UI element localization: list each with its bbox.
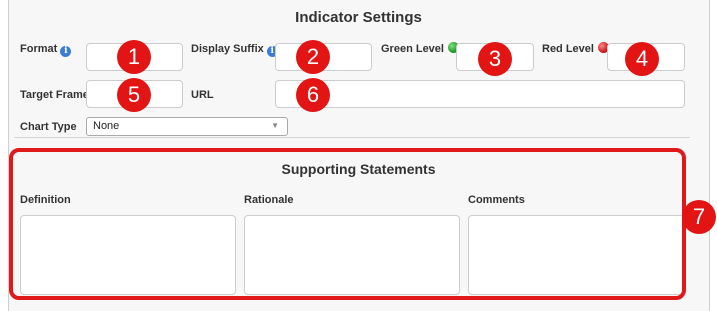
url-label: URL [191,89,214,101]
callout-badge-7: 7 [682,200,716,234]
supporting-statements-highlight [9,148,686,300]
display-suffix-label: Display Suffix i [191,42,278,57]
chart-type-select[interactable]: None ▼ [86,117,288,136]
green-level-label: Green Level [381,42,459,56]
section-divider [14,137,690,138]
format-label: Format i [20,42,72,57]
chevron-down-icon: ▼ [271,121,279,130]
display-suffix-label-text: Display Suffix [191,43,264,55]
callout-badge-5: 5 [117,78,151,112]
callout-badge-3: 3 [478,42,512,76]
page-title: Indicator Settings [295,9,422,26]
format-label-text: Format [20,43,58,55]
chart-type-label: Chart Type [20,121,77,133]
chart-type-selected-value: None [93,120,120,132]
callout-badge-2: 2 [296,40,330,74]
info-icon[interactable]: i [60,46,72,57]
red-level-label-text: Red Level [542,43,594,55]
callout-badge-1: 1 [117,40,151,74]
callout-badge-6: 6 [296,78,330,112]
red-level-label: Red Level [542,42,609,56]
target-frame-label: Target Frame [20,89,89,101]
callout-badge-4: 4 [625,42,659,76]
green-level-label-text: Green Level [381,43,444,55]
url-input[interactable] [275,80,685,108]
